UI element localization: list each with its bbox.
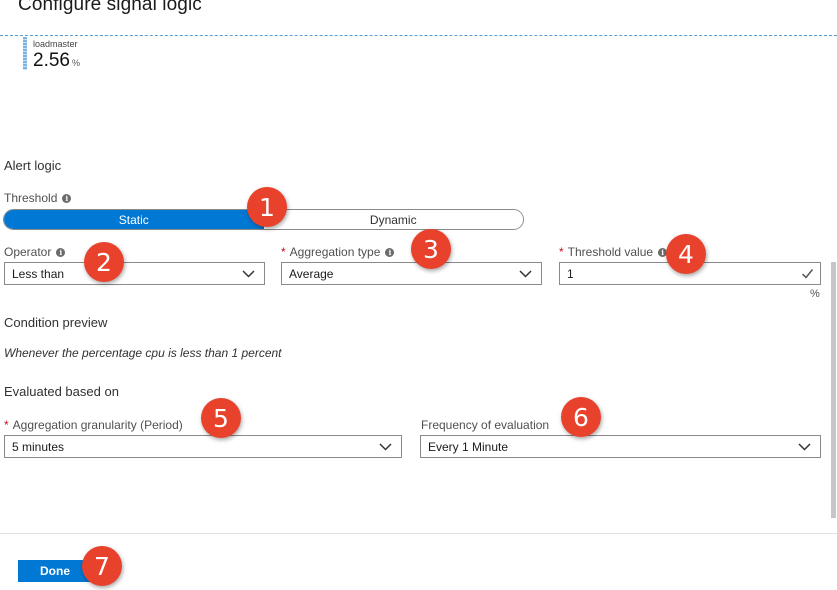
chevron-down-icon <box>519 270 532 278</box>
metric-unit: % <box>71 58 80 68</box>
annotation-badge: 2 <box>84 242 124 282</box>
threshold-value-text: 1 <box>567 266 574 281</box>
chart-divider <box>0 35 837 36</box>
info-icon[interactable]: i <box>56 248 66 257</box>
annotation-badge: 3 <box>411 229 451 269</box>
annotation-badge: 7 <box>82 546 122 586</box>
frequency-label: Frequency of evaluation <box>421 418 550 432</box>
operator-label-wrap: Operator i <box>4 245 66 259</box>
metric-value: 2.56 <box>33 50 70 71</box>
info-icon[interactable]: i <box>62 194 72 203</box>
threshold-option-dynamic[interactable]: Dynamic <box>263 210 523 229</box>
operator-label: Operator <box>4 245 52 259</box>
chevron-down-icon <box>798 443 811 451</box>
operator-select[interactable]: Less than <box>4 262 265 285</box>
operator-value: Less than <box>12 266 65 281</box>
checkmark-icon <box>801 269 814 279</box>
condition-preview-text: Whenever the percentage cpu is less than… <box>4 346 282 360</box>
chevron-down-icon <box>379 443 392 451</box>
threshold-value-label: Threshold value <box>567 245 654 259</box>
alert-logic-heading: Alert logic <box>4 158 62 173</box>
aggregation-type-select[interactable]: Average <box>281 262 542 285</box>
evaluated-heading: Evaluated based on <box>4 384 119 399</box>
granularity-value: 5 minutes <box>12 439 65 454</box>
required-marker: * <box>4 418 9 432</box>
granularity-label: Aggregation granularity (Period) <box>12 418 183 432</box>
granularity-label-wrap: * Aggregation granularity (Period) <box>4 418 183 432</box>
chevron-down-icon <box>242 270 255 278</box>
threshold-label-wrap: Threshold i <box>4 191 72 205</box>
aggregation-type-value: Average <box>289 266 334 281</box>
threshold-option-static[interactable]: Static <box>4 210 264 229</box>
frequency-value: Every 1 Minute <box>428 439 509 454</box>
aggregation-type-label-wrap: * Aggregation type i <box>281 245 395 259</box>
done-button[interactable]: Done <box>18 560 92 582</box>
threshold-label: Threshold <box>4 191 58 205</box>
footer-divider <box>0 533 837 534</box>
annotation-badge: 6 <box>561 397 601 437</box>
metric-value-wrap: 2.56% <box>33 50 80 72</box>
condition-preview-heading: Condition preview <box>4 315 108 330</box>
annotation-badge: 5 <box>201 398 241 438</box>
required-marker: * <box>281 245 286 259</box>
frequency-label-wrap: Frequency of evaluation <box>421 418 549 432</box>
frequency-select[interactable]: Every 1 Minute <box>420 435 821 458</box>
metric-name: loadmaster <box>33 39 78 49</box>
threshold-value-label-wrap: * Threshold value i <box>559 245 668 259</box>
granularity-select[interactable]: 5 minutes <box>4 435 402 458</box>
aggregation-type-label: Aggregation type <box>289 245 381 259</box>
annotation-badge: 4 <box>666 234 706 274</box>
metric-color-bar <box>23 37 27 70</box>
threshold-unit: % <box>810 288 820 300</box>
required-marker: * <box>559 245 564 259</box>
annotation-badge: 1 <box>247 187 287 227</box>
blade-title: Configure signal logic <box>18 0 202 15</box>
info-icon[interactable]: i <box>385 248 395 257</box>
scrollbar-thumb[interactable] <box>831 262 836 518</box>
